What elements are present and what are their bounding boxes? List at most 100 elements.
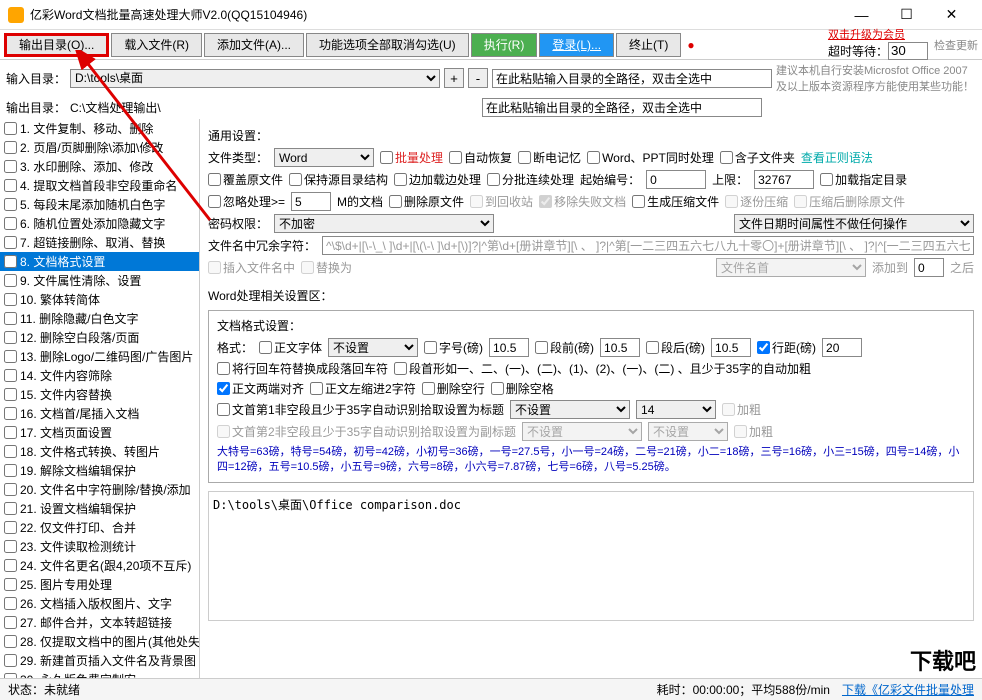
upgrade-link[interactable]: 双击升级为会员 [828, 29, 928, 41]
sidebar-checkbox-2[interactable] [4, 141, 17, 154]
loadspec-checkbox[interactable] [820, 173, 833, 186]
genzip-checkbox[interactable] [632, 195, 645, 208]
sidebar-checkbox-8[interactable] [4, 255, 17, 268]
sidebar-checkbox-12[interactable] [4, 331, 17, 344]
font-combo[interactable]: 不设置 [328, 338, 418, 357]
before-checkbox[interactable] [535, 341, 548, 354]
sidebar-checkbox-26[interactable] [4, 597, 17, 610]
sidebar-item-21[interactable]: 21. 设置文档编辑保护 [0, 499, 199, 518]
sidebar-checkbox-28[interactable] [4, 635, 17, 648]
loadprocess-checkbox[interactable] [394, 173, 407, 186]
before-input[interactable] [600, 338, 640, 357]
add-file-button[interactable]: 添加文件(A)... [204, 33, 304, 57]
sidebar-checkbox-27[interactable] [4, 616, 17, 629]
sidebar-checkbox-9[interactable] [4, 274, 17, 287]
delspace-checkbox[interactable] [491, 382, 504, 395]
sidebar-item-5[interactable]: 5. 每段末尾添加随机白色字 [0, 195, 199, 214]
h1size-combo[interactable]: 14 [636, 400, 716, 419]
sidebar-checkbox-14[interactable] [4, 369, 17, 382]
breakpoint-checkbox[interactable] [518, 151, 531, 164]
keepstruct-checkbox[interactable] [289, 173, 302, 186]
addpos-input[interactable] [914, 258, 944, 277]
sidebar-item-17[interactable]: 17. 文档页面设置 [0, 423, 199, 442]
sidebar-item-12[interactable]: 12. 删除空白段落/页面 [0, 328, 199, 347]
sidebar-item-3[interactable]: 3. 水印删除、添加、修改 [0, 157, 199, 176]
sidebar-item-15[interactable]: 15. 文件内容替换 [0, 385, 199, 404]
justify-checkbox[interactable] [217, 382, 230, 395]
sidebar-checkbox-25[interactable] [4, 578, 17, 591]
sidebar-checkbox-7[interactable] [4, 236, 17, 249]
after-checkbox[interactable] [646, 341, 659, 354]
pwd-combo[interactable]: 不加密 [274, 214, 494, 233]
file-list[interactable]: D:\tools\桌面\Office comparison.doc [208, 491, 974, 621]
load-file-button[interactable]: 载入文件(R) [111, 33, 202, 57]
sidebar-item-20[interactable]: 20. 文件名中字符删除/替换/添加 [0, 480, 199, 499]
sidebar-item-26[interactable]: 26. 文档插入版权图片、文字 [0, 594, 199, 613]
download-link[interactable]: 下载《亿彩文件批量处理 [842, 681, 974, 698]
paraformat-checkbox[interactable] [394, 362, 407, 375]
maximize-button[interactable]: ☐ [884, 0, 929, 30]
close-button[interactable]: ✕ [929, 0, 974, 30]
sidebar-item-11[interactable]: 11. 删除隐藏/白色文字 [0, 309, 199, 328]
login-button[interactable]: 登录(L)... [539, 33, 614, 57]
sidebar-item-29[interactable]: 29. 新建首页插入文件名及背景图 [0, 651, 199, 670]
limit-input[interactable] [754, 170, 814, 189]
sidebar-checkbox-4[interactable] [4, 179, 17, 192]
overwrite-checkbox[interactable] [208, 173, 221, 186]
fontsize-checkbox[interactable] [424, 341, 437, 354]
select-all-button[interactable]: 功能选项全部取消勾选(U) [306, 33, 469, 57]
minimize-button[interactable]: — [839, 0, 884, 30]
sidebar-checkbox-11[interactable] [4, 312, 17, 325]
linespace-input[interactable] [822, 338, 862, 357]
skip-input[interactable] [291, 192, 331, 211]
execute-button[interactable]: 执行(R) [471, 33, 538, 57]
linespace-checkbox[interactable] [757, 341, 770, 354]
sidebar-item-7[interactable]: 7. 超链接删除、取消、替换 [0, 233, 199, 252]
sidebar-checkbox-5[interactable] [4, 198, 17, 211]
delblank-checkbox[interactable] [422, 382, 435, 395]
stop-button[interactable]: 终止(T) [616, 33, 681, 57]
sidebar-checkbox-18[interactable] [4, 445, 17, 458]
sidebar-item-27[interactable]: 27. 邮件合并，文本转超链接 [0, 613, 199, 632]
sidebar-checkbox-3[interactable] [4, 160, 17, 173]
sidebar-item-13[interactable]: 13. 删除Logo/二维码图/广告图片 [0, 347, 199, 366]
after-input[interactable] [711, 338, 751, 357]
output-dir-button[interactable]: 输出目录(O)... [4, 33, 109, 57]
sidebar-checkbox-19[interactable] [4, 464, 17, 477]
autorecover-checkbox[interactable] [449, 151, 462, 164]
startnum-input[interactable] [646, 170, 706, 189]
sidebar-item-23[interactable]: 23. 文件读取检测统计 [0, 537, 199, 556]
batch-checkbox[interactable] [380, 151, 393, 164]
skip-checkbox[interactable] [208, 195, 221, 208]
sidebar-item-24[interactable]: 24. 文件名更名(跟4,20项不互斥) [0, 556, 199, 575]
sidebar-checkbox-17[interactable] [4, 426, 17, 439]
view-regex-link[interactable]: 查看正则语法 [801, 149, 873, 166]
sidebar-checkbox-1[interactable] [4, 122, 17, 135]
wordppt-checkbox[interactable] [587, 151, 600, 164]
dateattr-combo[interactable]: 文件日期时间属性不做任何操作 [734, 214, 974, 233]
input-dir-combo[interactable]: D:\tools\桌面 [70, 69, 440, 88]
batchcont-checkbox[interactable] [487, 173, 500, 186]
sidebar-checkbox-10[interactable] [4, 293, 17, 306]
sidebar-item-8[interactable]: 8. 文档格式设置 [0, 252, 199, 271]
sidebar-item-28[interactable]: 28. 仅提取文档中的图片(其他处失效) [0, 632, 199, 651]
filetype-combo[interactable]: Word [274, 148, 374, 167]
paste-input-path[interactable] [492, 69, 772, 88]
sidebar-item-18[interactable]: 18. 文件格式转换、转图片 [0, 442, 199, 461]
sidebar-item-9[interactable]: 9. 文件属性清除、设置 [0, 271, 199, 290]
sidebar-item-19[interactable]: 19. 解除文档编辑保护 [0, 461, 199, 480]
sidebar-checkbox-22[interactable] [4, 521, 17, 534]
sidebar-item-14[interactable]: 14. 文件内容筛除 [0, 366, 199, 385]
sidebar-checkbox-20[interactable] [4, 483, 17, 496]
check-update-link[interactable]: 检查更新 [934, 37, 978, 53]
sidebar-item-25[interactable]: 25. 图片专用处理 [0, 575, 199, 594]
sidebar-checkbox-23[interactable] [4, 540, 17, 553]
font-checkbox[interactable] [259, 341, 272, 354]
sidebar-checkbox-29[interactable] [4, 654, 17, 667]
remove-dir-button[interactable]: - [468, 68, 488, 88]
sidebar-checkbox-6[interactable] [4, 217, 17, 230]
sidebar-item-2[interactable]: 2. 页眉/页脚删除\添加\修改 [0, 138, 199, 157]
timeout-input[interactable] [888, 42, 928, 60]
paste-output-path[interactable] [482, 98, 762, 117]
file-item[interactable]: D:\tools\桌面\Office comparison.doc [213, 496, 969, 513]
